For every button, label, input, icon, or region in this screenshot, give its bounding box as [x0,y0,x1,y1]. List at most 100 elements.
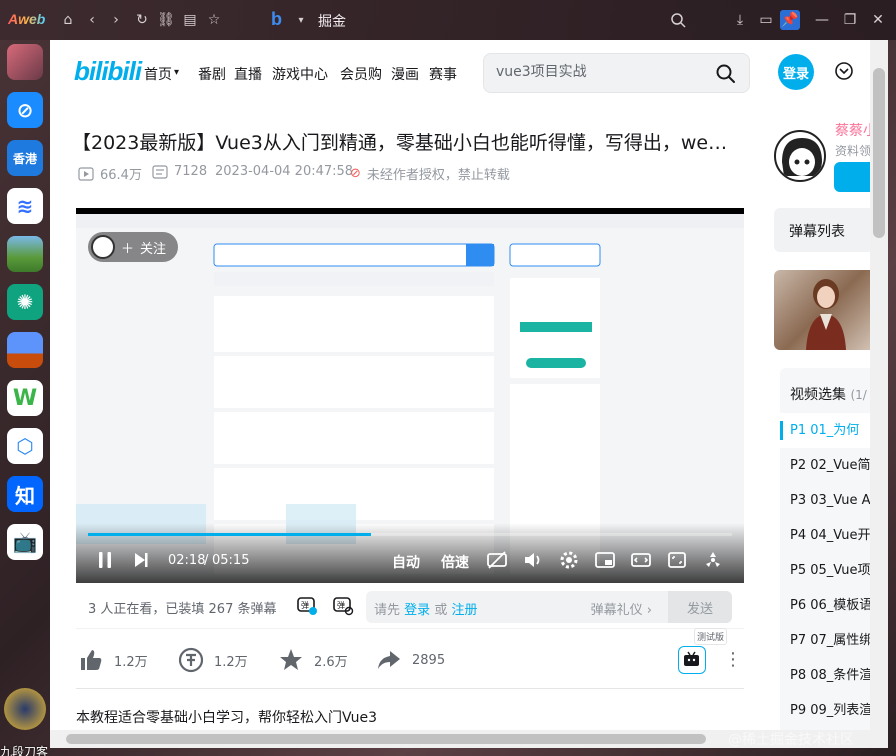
no-repost-icon: ⊘ [350,166,361,181]
fullscreen-web-icon[interactable] [666,549,688,571]
share-button[interactable]: 2895 [376,646,445,674]
webpage: bilibili 首页 ▾ 番剧 直播 游戏中心 会员购 漫画 赛事 登录 【2… [50,40,870,748]
more-icon[interactable]: ⋮ [724,650,742,670]
dock-app-cube[interactable]: ⬡ [7,428,43,464]
close-icon[interactable]: ✕ [868,10,888,30]
settings-icon[interactable] [558,549,580,571]
uploader-name[interactable]: 蔡蔡小 [835,120,870,140]
tv-icon[interactable] [678,646,706,674]
dock-app-zhihu[interactable]: 知 [7,476,43,512]
screen-icon[interactable]: ▭ [756,10,776,30]
login-button[interactable]: 登录 [778,54,814,90]
playlist-item[interactable]: P1 01_为何 [780,413,870,448]
home-icon[interactable]: ⌂ [58,10,78,30]
download-icon[interactable]: ⤓ [730,10,750,30]
playlist-item[interactable]: P8 08_条件渲 [780,658,870,693]
danmaku-register-link[interactable]: 注册 [451,603,477,618]
view-count-text: 66.4万 [100,168,142,183]
danmaku-etiquette-link[interactable]: 弹幕礼仪 › [591,599,652,618]
chatgpt-icon[interactable]: ✺ [7,284,43,320]
safari-icon[interactable]: ⊘ [7,92,43,128]
back-icon[interactable]: ‹ [82,10,102,30]
playlist-header: 视频选集 (1/ [790,384,867,404]
send-button[interactable]: 发送 [668,591,732,623]
nav-item-home[interactable]: 首页 [144,64,172,84]
dock-app-bilibili[interactable]: 📺 [7,524,43,560]
chevron-down-icon[interactable]: ▾ [291,10,311,30]
playlist-item[interactable]: P3 03_Vue A [780,483,870,518]
dock-app-mario[interactable] [7,332,43,368]
video-player[interactable]: ＋ 关注 02:18 / 05:15 自动 倍速 [76,208,744,583]
browser-brand: Aweb [8,11,46,27]
pin-icon[interactable]: 📌 [780,10,800,30]
horizontal-scroll-thumb[interactable] [66,734,706,744]
nav-item-manga[interactable]: 漫画 [391,64,419,84]
favorite-button[interactable]: 2.6万 [278,646,348,674]
playlist-item[interactable]: P9 09_列表渲 [780,693,870,728]
dock-app-photo[interactable] [7,44,43,80]
coin-button[interactable]: 1.2万 [178,646,248,674]
forward-icon[interactable]: › [106,10,126,30]
search-input[interactable] [496,63,706,79]
danmaku-list-toggle[interactable]: 弹幕列表 [774,208,870,252]
time-separator: / [204,553,209,568]
playlist-item[interactable]: P2 02_Vue简 [780,448,870,483]
minimize-icon[interactable]: — [812,10,832,30]
danmaku-settings-icon[interactable]: 弹 [332,595,354,617]
fullscreen-icon[interactable] [702,549,724,571]
pause-icon[interactable] [94,549,116,571]
share-count: 2895 [412,652,446,668]
theme-icon[interactable] [834,61,854,81]
playlist-item[interactable]: P4 04_Vue开 [780,518,870,553]
danmaku-login-link[interactable]: 登录 [404,603,430,618]
user-avatar[interactable] [4,688,46,730]
like-button[interactable]: 1.2万 [78,646,148,674]
progress-bar[interactable] [88,533,732,536]
speed-button[interactable]: 倍速 [441,552,469,572]
dock-app-hongkong[interactable]: 香港 [7,140,43,176]
copyright-text: 未经作者授权，禁止转载 [366,168,510,183]
reload-icon[interactable]: ↻ [132,10,152,30]
nav-item-game-center[interactable]: 游戏中心 [272,64,328,84]
vertical-scrollbar[interactable] [870,40,888,748]
playlist-item[interactable]: P5 05_Vue项 [780,553,870,588]
dock-app-landscape[interactable] [7,236,43,272]
vertical-scroll-thumb[interactable] [873,68,885,238]
subtitle-off-icon[interactable] [486,549,508,571]
bing-icon[interactable]: b [271,9,291,31]
site-logo[interactable]: bilibili [74,56,142,87]
tab-title[interactable]: 掘金 [318,11,346,31]
auto-quality-button[interactable]: 自动 [392,552,420,572]
nav-item-esports[interactable]: 赛事 [429,64,457,84]
widescreen-icon[interactable] [630,549,652,571]
danmaku-toggle-icon[interactable]: 弹 [296,595,318,617]
next-icon[interactable] [130,549,152,571]
nav-item-live[interactable]: 直播 [234,64,262,84]
volume-icon[interactable] [522,549,544,571]
danmaku-input[interactable]: 请先 登录 或 注册 弹幕礼仪 › 发送 [366,591,732,623]
progress-fill [88,533,372,536]
nav-item-anime[interactable]: 番剧 [198,64,226,84]
uploader-avatar[interactable] [774,130,826,182]
playlist-count: (1/ [850,388,867,402]
dock-app-w[interactable]: W [7,380,43,416]
playlist-item[interactable]: P6 06_模板语 [780,588,870,623]
dock-app-lark[interactable]: ≋ [7,188,43,224]
chevron-down-icon[interactable]: ▾ [174,67,179,78]
star-icon[interactable]: ☆ [204,10,224,30]
follow-button[interactable] [834,162,870,192]
copyright-notice: ⊘ 未经作者授权，禁止转载 [350,164,510,183]
follow-chip[interactable]: ＋ 关注 [88,232,178,262]
reader-icon[interactable]: ▤ [180,10,200,30]
maximize-icon[interactable]: ❐ [840,10,860,30]
search-icon[interactable] [668,10,688,30]
nav-item-shop[interactable]: 会员购 [340,64,382,84]
ad-banner[interactable] [774,270,870,350]
playlist-item[interactable]: P7 07_属性绑 [780,623,870,658]
watching-count: 3 人正在看，已装填 267 条弹幕 [88,602,277,617]
link-icon[interactable]: ⛓ [156,10,176,30]
like-icon [81,650,102,670]
hint-prefix: 请先 [374,603,401,618]
search-icon[interactable] [715,63,737,85]
pip-icon[interactable] [594,549,616,571]
